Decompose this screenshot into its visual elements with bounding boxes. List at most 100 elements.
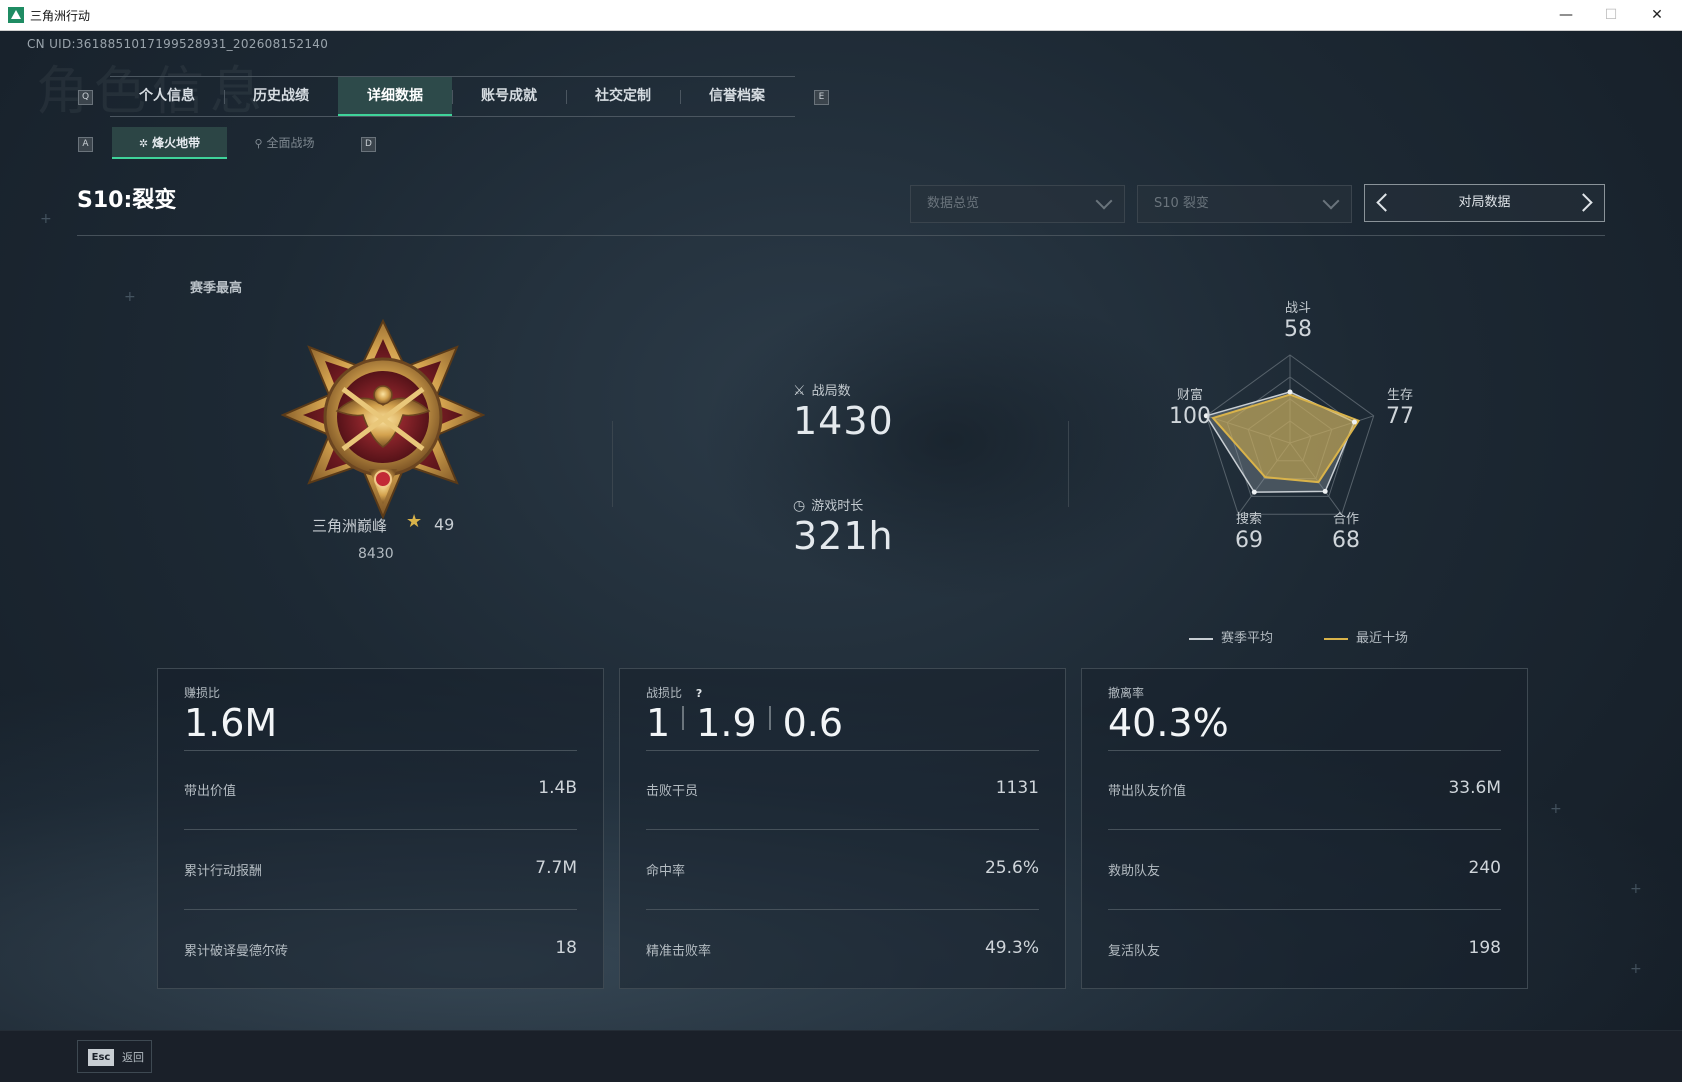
tab-reputation[interactable]: 信誉档案 [680,77,794,116]
stat-row-label: 救助队友 [1108,864,1161,879]
radar-axis-teamwork-value: 68 [1332,528,1360,553]
subtab-warfare[interactable]: ⚲ 全面战场 [227,127,342,159]
player-uid: CN UID:361885101719952893​1_202608152140 [27,37,329,51]
help-icon[interactable]: ? [692,687,706,701]
playtime-label-text: 游戏时长 [811,499,864,514]
stat-row-value: 1131 [995,778,1039,798]
app-logo-icon [8,7,24,23]
stat-row-value: 240 [1468,858,1501,878]
stat-row-label: 累计行动报酬 [184,864,263,879]
card-divider [1108,829,1501,830]
section-divider [612,421,613,507]
crosshair-deco-icon: + [124,289,136,305]
stat-row-label: 带出价值 [184,784,237,799]
stat-row: 带出队友价值 33.6M [1108,778,1501,800]
legend-season-average-label: 赛季平均 [1221,631,1274,646]
legend-recent-ten: 最近十场 [1324,627,1408,646]
back-button-label: 返回 [122,1051,144,1064]
kd-separator [682,706,685,730]
stat-row-value: 33.6M [1448,778,1501,798]
subtab-warfare-label: 全面战场 [266,136,315,150]
tab-personal-info[interactable]: 个人信息 [110,77,224,116]
rank-score: 8430 [358,546,394,562]
stat-row: 命中率 25.6% [646,858,1039,880]
stat-row-value: 198 [1468,938,1501,958]
tab-social[interactable]: 社交定制 [566,77,680,116]
stat-row-value: 49.3% [984,938,1039,958]
tab-achievements[interactable]: 账号成就 [452,77,566,116]
stat-row-label: 精准击败率 [646,944,712,959]
stat-row: 复活队友 198 [1108,938,1501,960]
radar-point [1251,489,1257,495]
back-button[interactable]: Esc 返回 [77,1040,152,1073]
radar-axis-survival-value: 77 [1386,404,1414,429]
stat-row-label: 命中率 [646,864,686,879]
chevron-down-icon [1095,192,1113,210]
tab-match-history[interactable]: 历史战绩 [224,77,338,116]
kd-separator [768,706,771,730]
radar-point [1351,419,1357,425]
stat-row: 击败干员 1131 [646,778,1039,800]
window-titlebar: 三角洲行动 — ☐ ✕ [0,0,1682,31]
radar-axis-wealth-value: 100 [1169,404,1211,429]
extraction-card-label: 撤离率 [1108,686,1145,700]
profit-card: 赚损比 1.6M 带出价值 1.4B 累计行动报酬 7.7M 累计破译曼德尔砖 … [157,668,604,989]
header-divider [77,235,1605,236]
stat-row-label: 带出队友价值 [1108,784,1187,799]
extraction-card-value: 40.3% [1108,701,1229,745]
matches-label-text: 战局数 [811,384,851,399]
prev-subtab-key[interactable]: A [78,137,93,152]
maximize-button[interactable]: ☐ [1591,4,1631,26]
kd-value-2: 1.9 [696,701,757,745]
prev-tab-key[interactable]: Q [78,90,93,105]
legend-swatch-recent-ten [1324,637,1348,640]
stat-row-value: 1.4B [538,778,577,798]
matches-value: 1430 [793,399,894,443]
stat-row: 救助队友 240 [1108,858,1501,880]
kd-card-label-text: 战损比 [646,686,683,700]
radar-axis-search-label: 搜索 [1235,512,1262,527]
subtab-operations[interactable]: ✲ 烽火地带 [112,127,227,159]
card-divider [646,750,1039,751]
close-button[interactable]: ✕ [1637,4,1677,26]
stat-row-label: 累计破译曼德尔砖 [184,944,289,959]
stat-row: 精准击败率 49.3% [646,938,1039,960]
stat-row: 累计行动报酬 7.7M [184,858,577,880]
rank-name: 三角洲巅峰 [312,517,388,535]
warfare-mode-icon: ⚲ [254,137,263,150]
season-title: S10:裂变 [77,188,177,213]
kd-card-label: 战损比? [646,684,706,701]
mode-subtabs: ✲ 烽火地带 ⚲ 全面战场 [112,127,342,159]
footer-bar: Esc 返回 [0,1030,1682,1082]
card-divider [184,909,577,910]
profit-card-value: 1.6M [184,701,278,745]
background-shadow [700,281,1200,601]
matches-label: ⚔ 战局数 [793,380,851,399]
next-subtab-key[interactable]: D [361,137,376,152]
subtab-operations-label: 烽火地带 [152,136,201,150]
card-divider [646,829,1039,830]
legend-recent-ten-label: 最近十场 [1356,631,1409,646]
profit-card-label: 赚损比 [184,686,221,700]
stat-row-label: 击败干员 [646,784,699,799]
stat-row-value: 7.7M [535,858,577,878]
card-divider [646,909,1039,910]
stat-row: 累计破译曼德尔砖 18 [184,938,577,960]
minimize-button[interactable]: — [1546,4,1586,26]
season-dropdown[interactable]: S10 裂变 [1137,185,1352,223]
radar-point [1322,488,1328,494]
extraction-card: 撤离率 40.3% 带出队友价值 33.6M 救助队友 240 复活队友 198 [1081,668,1528,989]
season-dropdown-value: S10 裂变 [1154,196,1209,211]
tab-detailed-data[interactable]: 详细数据 [338,77,452,116]
overview-dropdown[interactable]: 数据总览 [910,185,1125,223]
crosshair-deco-icon: + [1630,881,1642,897]
stat-row-value: 25.6% [984,858,1039,878]
radar-point [1287,389,1293,395]
overview-dropdown-value: 数据总览 [927,196,980,211]
playtime-label: ◷ 游戏时长 [793,495,863,514]
section-divider [1068,421,1069,507]
kd-value-1: 1 [646,701,671,745]
next-tab-key[interactable]: E [814,90,829,105]
esc-key-icon: Esc [88,1049,114,1066]
playtime-value: 321h [793,514,894,558]
